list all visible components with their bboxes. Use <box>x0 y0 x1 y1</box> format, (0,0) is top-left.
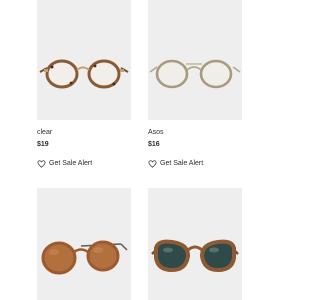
orange-sunglasses-image <box>41 240 128 275</box>
product-card[interactable]: Asos $16 Get Sale Alert <box>148 0 242 168</box>
brown-sunglasses-image <box>151 239 239 273</box>
sale-alert-button[interactable]: Get Sale Alert <box>148 159 242 168</box>
product-image[interactable] <box>148 0 242 120</box>
product-brand[interactable]: Asos <box>148 128 242 137</box>
product-brand[interactable]: clear <box>37 128 131 137</box>
product-grid: clear $19 Get Sale Alert Asos $16 Get Sa… <box>0 0 293 300</box>
product-image[interactable] <box>148 188 242 300</box>
metal-round-glasses-image <box>149 59 241 89</box>
sale-alert-label: Get Sale Alert <box>160 160 204 167</box>
product-card[interactable]: clear $19 Get Sale Alert <box>37 0 131 168</box>
product-image[interactable] <box>37 188 131 300</box>
sale-alert-label: Get Sale Alert <box>49 160 93 167</box>
sale-alert-button[interactable]: Get Sale Alert <box>37 159 131 168</box>
heart-outline-icon <box>37 159 46 168</box>
round-glasses-image <box>39 59 129 89</box>
product-price: $16 <box>148 141 160 148</box>
product-image[interactable] <box>37 0 131 120</box>
product-card[interactable] <box>37 188 131 300</box>
heart-outline-icon <box>148 159 157 168</box>
product-card[interactable] <box>148 188 242 300</box>
product-price: $19 <box>37 141 49 148</box>
